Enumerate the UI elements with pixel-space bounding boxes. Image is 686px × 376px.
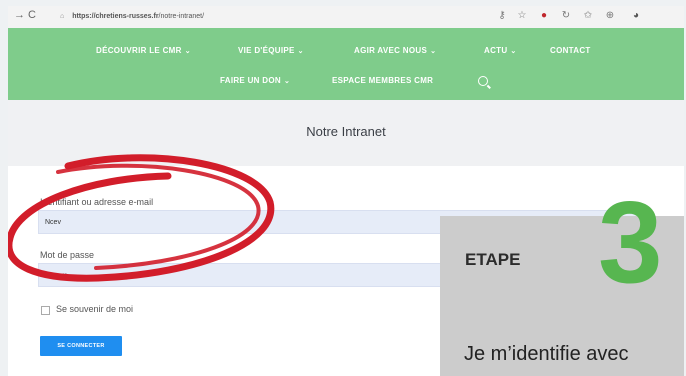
step-label: ETAPE [465,250,521,269]
step-number: 3 [598,177,663,307]
page-frame: → C ⌂ https://chretiens-russes.fr/notre-… [8,6,684,376]
step-text: Je m’identifie avec [464,343,629,365]
step-card: ETAPE 3 Je m’identifie avec [440,184,684,376]
